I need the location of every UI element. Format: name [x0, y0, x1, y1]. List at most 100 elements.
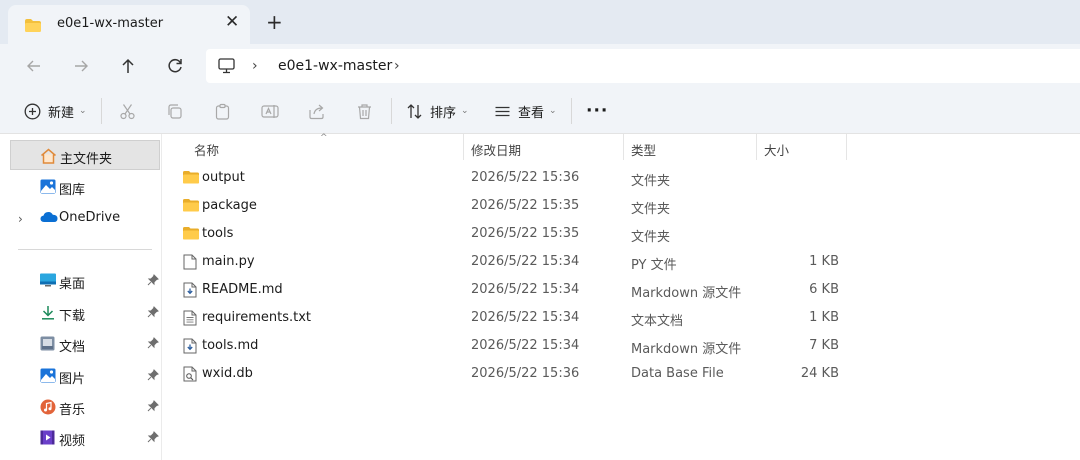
tab-e0e1-wx-master[interactable]: e0e1-wx-master ✕: [8, 5, 250, 44]
folder-icon: [183, 226, 199, 244]
view-label: 查看: [518, 105, 545, 121]
new-button[interactable]: 新建 ⌄: [24, 88, 87, 134]
sidebar-item-pictures[interactable]: 图片: [10, 361, 160, 391]
sidebar-item-downloads[interactable]: 下载: [10, 298, 160, 328]
rename-button[interactable]: [261, 88, 279, 134]
navigation-pane: 主文件夹 图库 › OneDrive 桌面 下载 文档 图片 音乐 视频: [0, 134, 162, 460]
file-row-readme-md[interactable]: README.md 2026/5/22 15:34 Markdown 源文件 6…: [163, 276, 1080, 304]
sidebar-item-documents[interactable]: 文档: [10, 329, 160, 359]
text-file-icon: [183, 310, 197, 330]
copy-button[interactable]: [166, 88, 183, 134]
column-header-type[interactable]: 类型: [631, 140, 656, 159]
chevron-down-icon: ⌄: [549, 106, 557, 116]
copy-icon: [168, 103, 182, 119]
scissors-icon: [120, 103, 135, 119]
column-divider[interactable]: [623, 134, 624, 160]
file-type: 文本文档: [631, 314, 684, 329]
pin-icon[interactable]: [147, 369, 159, 385]
sidebar-item-gallery[interactable]: 图库: [10, 172, 160, 202]
column-header-size[interactable]: 大小: [764, 140, 789, 159]
cut-button[interactable]: [119, 88, 136, 134]
pin-icon[interactable]: [147, 400, 159, 416]
file-date: 2026/5/22 15:34: [471, 310, 580, 325]
breadcrumb-e0e1-wx-master[interactable]: e0e1-wx-master: [278, 58, 392, 74]
column-divider[interactable]: [846, 134, 847, 160]
file-date: 2026/5/22 15:34: [471, 338, 580, 353]
file-size: 6 KB: [809, 282, 839, 297]
file-date: 2026/5/22 15:35: [471, 198, 580, 213]
breadcrumb-separator[interactable]: ›: [252, 58, 258, 74]
download-icon: [40, 305, 56, 324]
file-type: Markdown 源文件: [631, 342, 742, 357]
pin-icon[interactable]: [147, 274, 159, 290]
share-icon: [309, 104, 324, 119]
file-type: Data Base File: [631, 366, 724, 381]
address-bar[interactable]: › e0e1-wx-master ›: [206, 49, 1080, 83]
clipboard-icon: [215, 103, 230, 120]
file-row-requirements-txt[interactable]: requirements.txt 2026/5/22 15:34 文本文档 1 …: [163, 304, 1080, 332]
file-row-tools[interactable]: tools 2026/5/22 15:35 文件夹: [163, 220, 1080, 248]
refresh-icon[interactable]: [162, 53, 188, 79]
sort-button[interactable]: 排序 ⌄: [406, 88, 469, 134]
sidebar-divider: [18, 249, 152, 250]
new-tab-button[interactable]: +: [266, 12, 283, 32]
more-options-button[interactable]: ···: [586, 88, 608, 134]
divider: [391, 98, 392, 124]
onedrive-icon: [40, 210, 58, 227]
paste-button[interactable]: [214, 88, 231, 134]
tab-title: e0e1-wx-master: [57, 16, 164, 31]
sidebar-item-home[interactable]: 主文件夹: [10, 140, 160, 170]
pictures-icon: [40, 368, 56, 387]
pin-icon[interactable]: [147, 306, 159, 322]
sidebar-item-desktop[interactable]: 桌面: [10, 266, 160, 296]
sidebar-item-videos[interactable]: 视频: [10, 423, 160, 453]
file-size: 1 KB: [809, 254, 839, 269]
markdown-file-icon: [183, 282, 197, 302]
file-row-wxid-db[interactable]: wxid.db 2026/5/22 15:36 Data Base File 2…: [163, 360, 1080, 388]
divider: [571, 98, 572, 124]
chevron-down-icon: ⌄: [79, 106, 87, 116]
sidebar-item-label: 图片: [59, 372, 86, 387]
file-row-package[interactable]: package 2026/5/22 15:35 文件夹: [163, 192, 1080, 220]
column-header-name[interactable]: 名称: [194, 140, 219, 159]
delete-button[interactable]: [356, 88, 373, 134]
file-row-main-py[interactable]: main.py 2026/5/22 15:34 PY 文件 1 KB: [163, 248, 1080, 276]
sort-ascending-icon: ^: [320, 133, 328, 143]
column-divider[interactable]: [463, 134, 464, 160]
column-header-date[interactable]: 修改日期: [471, 140, 521, 159]
view-lines-icon: [495, 106, 510, 116]
file-icon: [183, 254, 197, 274]
share-button[interactable]: [308, 88, 325, 134]
new-label: 新建: [48, 105, 75, 121]
column-divider[interactable]: [756, 134, 757, 160]
file-date: 2026/5/22 15:36: [471, 366, 580, 381]
file-row-tools-md[interactable]: tools.md 2026/5/22 15:34 Markdown 源文件 7 …: [163, 332, 1080, 360]
database-file-icon: [183, 366, 197, 386]
file-size: 7 KB: [809, 338, 839, 353]
view-button[interactable]: 查看 ⌄: [494, 88, 557, 134]
sidebar-item-label: 桌面: [59, 277, 86, 292]
pin-icon[interactable]: [147, 337, 159, 353]
navigation-bar: › e0e1-wx-master ›: [0, 44, 1080, 88]
sidebar-item-music[interactable]: 音乐: [10, 392, 160, 422]
file-type: 文件夹: [631, 230, 671, 245]
back-arrow-icon[interactable]: [21, 53, 47, 79]
file-type: PY 文件: [631, 258, 677, 273]
gallery-icon: [40, 179, 56, 198]
file-row-output[interactable]: output 2026/5/22 15:36 文件夹: [163, 164, 1080, 192]
sidebar-item-onedrive[interactable]: OneDrive: [10, 203, 160, 233]
file-name: wxid.db: [202, 366, 253, 381]
file-date: 2026/5/22 15:34: [471, 282, 580, 297]
markdown-file-icon: [183, 338, 197, 358]
breadcrumb-separator[interactable]: ›: [394, 58, 400, 74]
pin-icon[interactable]: [147, 431, 159, 447]
file-name: tools.md: [202, 338, 259, 353]
sidebar-item-label: 文档: [59, 340, 86, 355]
close-tab-icon[interactable]: ✕: [225, 14, 239, 31]
file-type: 文件夹: [631, 174, 671, 189]
up-arrow-icon[interactable]: [115, 53, 141, 79]
file-name: output: [202, 170, 245, 185]
chevron-down-icon: ⌄: [461, 106, 469, 116]
forward-arrow-icon[interactable]: [68, 53, 94, 79]
sidebar-item-label: 音乐: [59, 403, 86, 418]
